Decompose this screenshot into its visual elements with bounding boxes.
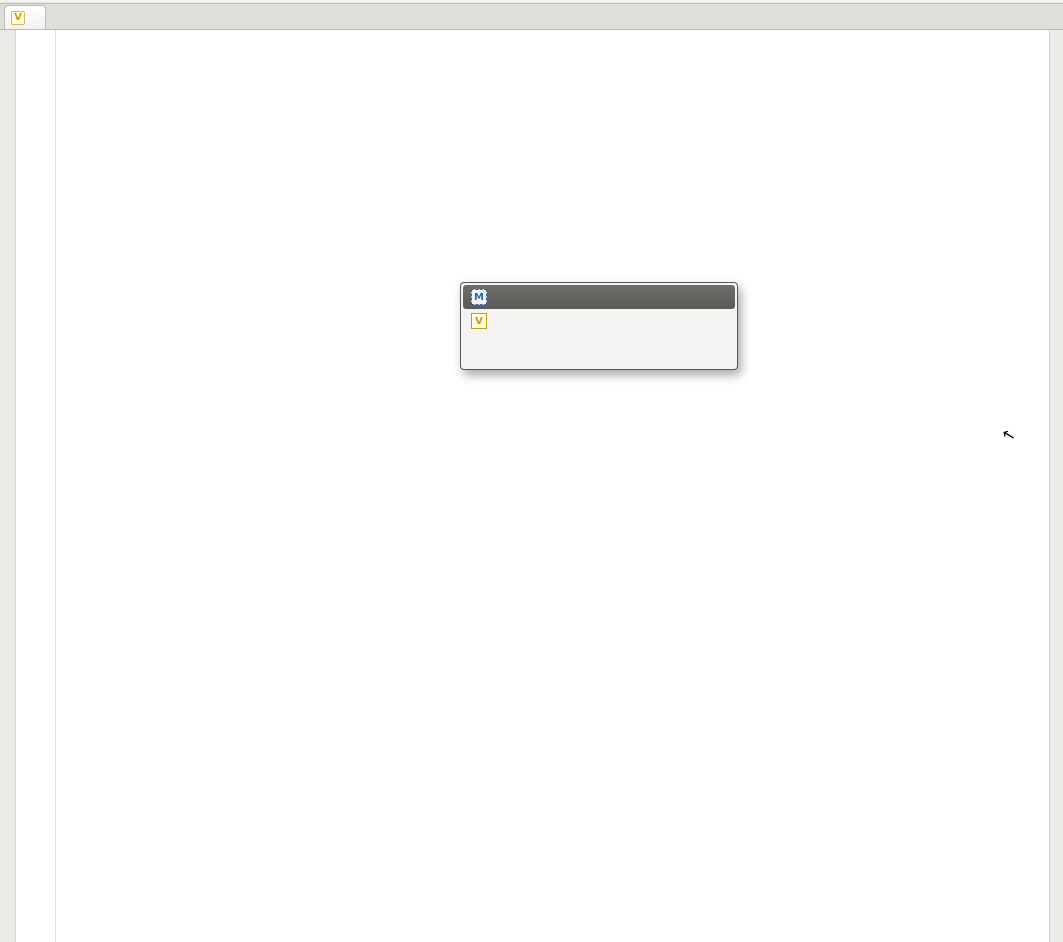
tab-spi-top[interactable]: V — [4, 5, 46, 29]
verilog-file-icon: V — [11, 11, 25, 25]
menu-extract-to-module[interactable]: M — [463, 285, 735, 309]
menu-move-selection-new-file[interactable]: V — [463, 309, 735, 333]
editor-area — [0, 30, 1063, 942]
overview-ruler — [1049, 30, 1063, 942]
module-icon: M — [471, 289, 487, 305]
file-icon: V — [471, 313, 487, 329]
tab-bar: V — [0, 4, 1063, 30]
refactor-context-menu: M V — [460, 282, 738, 370]
menu-spacer — [463, 333, 735, 367]
line-number-gutter[interactable] — [16, 30, 56, 942]
annotation-ruler — [0, 30, 16, 942]
code-area[interactable] — [56, 30, 1049, 942]
